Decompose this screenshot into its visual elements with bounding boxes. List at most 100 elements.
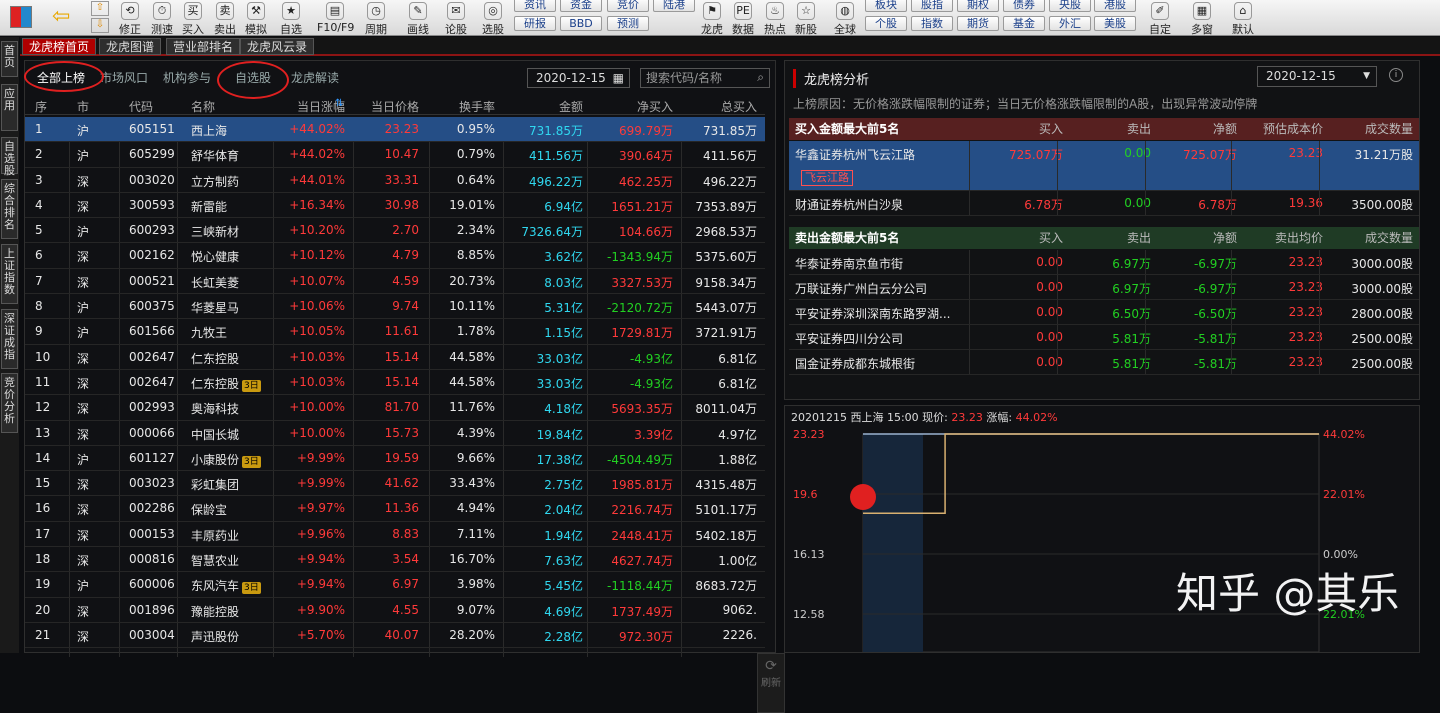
toolbar-button-8[interactable]: ✎ 画线: [400, 0, 436, 35]
broker-row[interactable]: 万联证券广州白云分公司 0.00 6.97万 -6.97万 23.23 3000.00股: [789, 275, 1419, 300]
toolbar-small-bottom-6[interactable]: 基金: [1003, 16, 1045, 31]
broker-tag[interactable]: 飞云江路: [801, 170, 853, 186]
toolbar-small-bottom-5[interactable]: 期货: [957, 16, 999, 31]
table-row[interactable]: 18 深 000816 智慧农业 +9.94% 3.54 16.70% 7.63亿 4627.7…: [25, 547, 765, 573]
toolbar-small-top-3[interactable]: 陆港: [653, 0, 695, 12]
toolbar-button-18[interactable]: ⌂ 默认: [1225, 0, 1261, 35]
col-header-6[interactable]: 换手率: [425, 98, 495, 115]
toolbar-button-15[interactable]: ◍ 全球: [827, 0, 863, 35]
toolbar-small-top-2[interactable]: 竞价: [607, 0, 649, 12]
toolbar-small-bottom-2[interactable]: 预测: [607, 16, 649, 31]
cell-net: -4.93亿: [585, 350, 673, 367]
search-input[interactable]: 搜索代码/名称 ⌕: [640, 68, 770, 88]
table-row[interactable]: 17 深 000153 丰原药业 +9.96% 8.83 7.11% 1.94亿 2448.41…: [25, 522, 765, 548]
toolbar-button-10[interactable]: ◎ 选股: [475, 0, 511, 35]
table-row[interactable]: 16 深 002286 保龄宝 +9.97% 11.36 4.94% 2.04亿 2216.74…: [25, 496, 765, 522]
sidenav-item-1[interactable]: 应用: [1, 84, 18, 131]
table-row[interactable]: 15 深 003023 彩虹集团 +9.99% 41.62 33.43% 2.75亿 1985.…: [25, 471, 765, 497]
table-row[interactable]: 13 深 000066 中国长城 +10.00% 15.73 4.39% 19.84亿 3.39…: [25, 421, 765, 446]
table-row[interactable]: 12 深 002993 奥海科技 +10.00% 81.70 11.76% 4.18亿 5693…: [25, 395, 765, 421]
broker-row[interactable]: 平安证券四川分公司 0.00 5.81万 -5.81万 23.23 2500.00股: [789, 325, 1419, 350]
col-header-9[interactable]: 总买入: [679, 98, 757, 115]
toolbar-small-top-9[interactable]: 港股: [1094, 0, 1136, 12]
table-row[interactable]: 4 深 300593 新雷能 +16.34% 30.98 19.01% 6.94亿 1651.2…: [25, 193, 765, 219]
toolbar-button-16[interactable]: ✐ 自定: [1142, 0, 1178, 35]
info-icon[interactable]: i: [1389, 68, 1403, 82]
date-picker[interactable]: 2020-12-15 ▦: [527, 68, 630, 88]
sidenav-item-5[interactable]: 深证成指: [1, 309, 18, 369]
table-row[interactable]: 3 深 003020 立方制药 +44.01% 33.31 0.64% 496.22万 462.…: [25, 168, 765, 193]
table-row[interactable]: 2 沪 605299 舒华体育 +44.02% 10.47 0.79% 411.56万 390.…: [25, 142, 765, 168]
sidenav-item-4[interactable]: 上证指数: [1, 244, 18, 304]
toolbar-small-bottom-8[interactable]: 美股: [1094, 16, 1136, 31]
toolbar-small-top-4[interactable]: 板块: [865, 0, 907, 12]
toolbar-small-top-6[interactable]: 期权: [957, 0, 999, 12]
toolbar-small-bottom-0[interactable]: 研报: [514, 16, 556, 31]
toolbar-small-top-1[interactable]: 资金: [560, 0, 602, 12]
tab-2[interactable]: 营业部排名: [166, 38, 241, 55]
table-row[interactable]: 14 沪 601127 小康股份 3日 +9.99% 19.59 9.66% 17.38亿 -45…: [25, 446, 765, 472]
table-header: 序号市场代码名称当日涨幅当日价格换手率金额净买入总买入⇅: [25, 95, 765, 131]
toolbar-button-6[interactable]: ▤ F10/F9: [317, 0, 354, 35]
table-row[interactable]: 19 沪 600006 东风汽车 3日 +9.94% 6.97 3.98% 5.45亿 -1118…: [25, 572, 765, 598]
toolbar-small-bottom-4[interactable]: 指数: [911, 16, 953, 31]
table-row[interactable]: 5 沪 600293 三峡新材 +10.20% 2.70 2.34% 7326.64万 104.…: [25, 218, 765, 244]
arrow-down-icon[interactable]: ⇩: [91, 18, 109, 33]
sidenav-item-2[interactable]: 自选股: [1, 137, 18, 177]
toolbar-small-bottom-3[interactable]: 个股: [865, 16, 907, 31]
toolbar-small-bottom-7[interactable]: 外汇: [1049, 16, 1091, 31]
tab-0[interactable]: 龙虎榜首页: [22, 38, 97, 55]
cell-chg-text: +9.90%: [296, 602, 345, 617]
col-header-3[interactable]: 名称: [191, 98, 271, 115]
toolbar-button-17[interactable]: ▦ 多窗: [1184, 0, 1220, 35]
filter-interpret[interactable]: 龙虎解读: [291, 69, 339, 86]
table-row[interactable]: 9 沪 601566 九牧王 +10.05% 11.61 1.78% 1.15亿 1729.81…: [25, 319, 765, 345]
broker-row[interactable]: 平安证券深圳深南东路罗湖... 0.00 6.50万 -6.50万 23.23 2800.…: [789, 300, 1419, 325]
table-row[interactable]: 7 深 000521 长虹美菱 +10.07% 4.59 20.73% 8.03亿 3327.5…: [25, 269, 765, 295]
toolbar-button-5[interactable]: ★ 自选: [273, 0, 309, 35]
arrow-up-icon[interactable]: ⇧: [91, 1, 109, 16]
table-row[interactable]: 21 深 003004 声迅股份 +5.70% 40.07 28.20% 2.28亿 972.3…: [25, 623, 765, 649]
sidenav-item-3[interactable]: 综合排名: [1, 179, 18, 239]
table-row[interactable]: 10 深 002647 仁东控股 +10.03% 15.14 44.58% 33.03亿 -4.…: [25, 345, 765, 370]
refresh-button[interactable]: ⟳ 刷新: [757, 653, 785, 713]
broker-row[interactable]: 华泰证券南京鱼市街 0.00 6.97万 -6.97万 23.23 3000.00股: [789, 250, 1419, 275]
table-row[interactable]: 20 深 001896 豫能控股 +9.90% 4.55 9.07% 4.69亿 1737.49…: [25, 598, 765, 623]
toolbar-small-top-8[interactable]: 央股: [1049, 0, 1091, 12]
cell-code: 601127: [129, 451, 179, 465]
back-arrow-icon[interactable]: ⇦: [52, 5, 70, 29]
cell-no: 16: [35, 501, 55, 515]
toolbar-small-bottom-1[interactable]: BBD: [560, 16, 602, 31]
toolbar-button-7[interactable]: ◷ 周期: [358, 0, 394, 35]
col-header-7[interactable]: 金额: [501, 98, 583, 115]
table-row[interactable]: 8 沪 600375 华菱星马 +10.06% 9.74 10.11% 5.31亿 -2120.…: [25, 294, 765, 320]
sidenav-item-0[interactable]: 首页: [1, 41, 18, 77]
sidenav-item-6[interactable]: 竞价分析: [1, 373, 18, 433]
tab-3[interactable]: 龙虎风云录: [240, 38, 315, 55]
toolbar-button-12[interactable]: PE 数据: [725, 0, 761, 35]
toolbar-small-top-7[interactable]: 债券: [1003, 0, 1045, 12]
tab-1[interactable]: 龙虎图谱: [99, 38, 162, 55]
broker-row[interactable]: 财通证券杭州白沙泉 6.78万 0.00 6.78万 19.36 3500.00股: [789, 191, 1419, 216]
toolbar-button-4[interactable]: ⚒ 模拟: [238, 0, 274, 35]
table-row[interactable]: 6 深 002162 悦心健康 +10.12% 4.79 8.85% 3.62亿 -1343.9…: [25, 243, 765, 269]
toolbar-button-14[interactable]: ☆ 新股: [788, 0, 824, 35]
col-header-8[interactable]: 净买入: [585, 98, 673, 115]
cell-code-text: 601566: [129, 324, 175, 339]
col-header-5[interactable]: 当日价格: [347, 98, 419, 115]
table-row[interactable]: 11 深 002647 仁东控股 3日 +10.03% 15.14 44.58% 33.03亿 -…: [25, 370, 765, 396]
table-row[interactable]: 1 沪 605151 西上海 +44.02% 23.23 0.95% 731.85万 699.7…: [25, 117, 765, 143]
sort-icon[interactable]: ⇅: [335, 98, 343, 109]
analysis-date-select[interactable]: 2020-12-15 ▼: [1257, 66, 1377, 87]
filter-institution[interactable]: 机构参与: [163, 69, 211, 86]
filter-market[interactable]: 市场风口: [100, 69, 148, 86]
toolbar-small-top-5[interactable]: 股指: [911, 0, 953, 12]
col-header-2[interactable]: 代码: [129, 98, 179, 115]
toolbar-button-9[interactable]: ✉ 论股: [438, 0, 474, 35]
toolbar-small-top-0[interactable]: 资讯: [514, 0, 556, 12]
cell-price-text: 81.70: [384, 400, 419, 415]
toolbar-button-2[interactable]: 买买入: [175, 0, 211, 35]
broker-row[interactable]: 国金证券成都东城根街 0.00 5.81万 -5.81万 23.23 2500.00股: [789, 350, 1419, 375]
broker-row[interactable]: 华鑫证券杭州飞云江路 725.07万 0.00 725.07万 23.23 31.21万股…: [789, 141, 1419, 191]
toolbar-button-0[interactable]: ⟲ 修正: [112, 0, 148, 35]
